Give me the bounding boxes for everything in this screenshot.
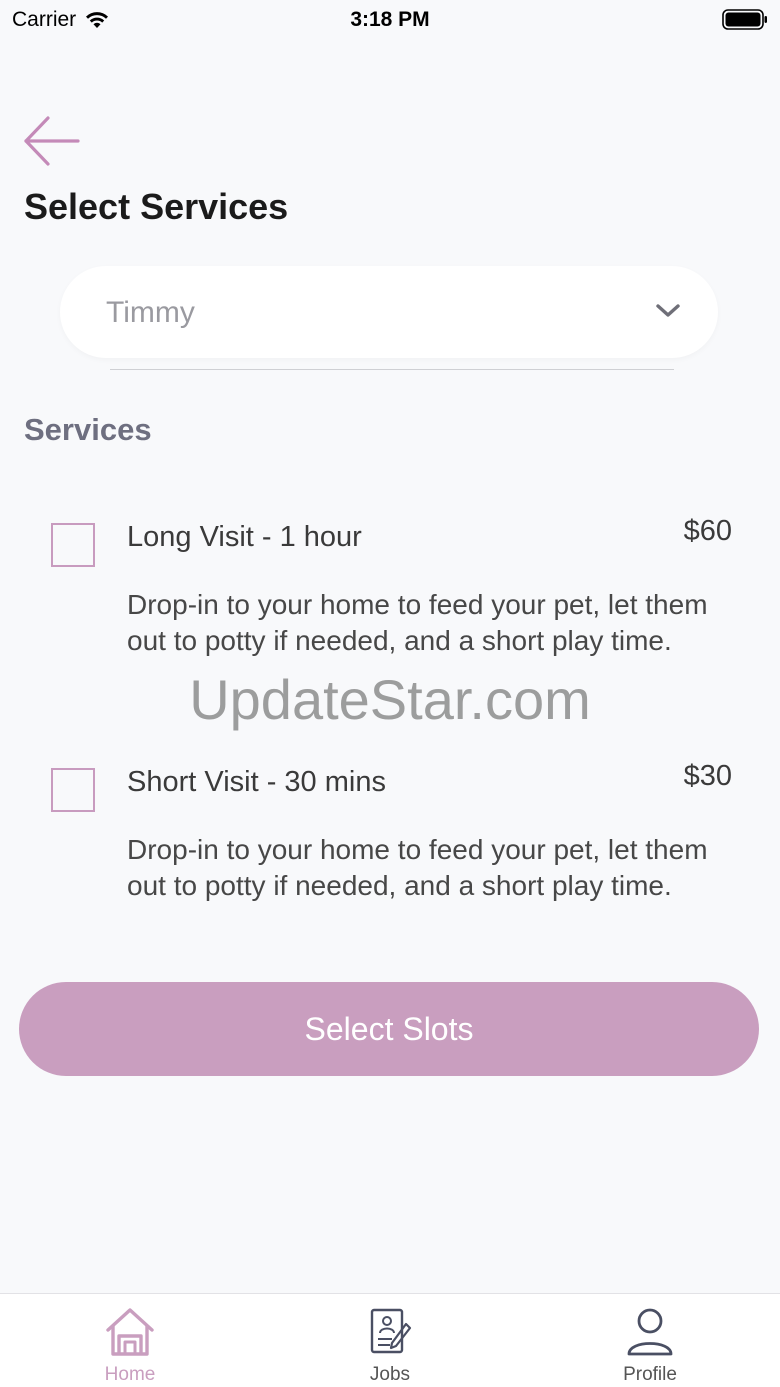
service-price: $60 [683,515,732,547]
divider [110,369,674,370]
select-services-screen: Carrier 3:18 PM Select Services Timmy Se… [0,0,780,1387]
home-icon [106,1308,154,1356]
pet-select-value: Timmy [106,296,195,329]
select-slots-button[interactable]: Select Slots [19,982,759,1076]
tab-profile[interactable]: Profile [520,1294,780,1387]
page-title: Select Services [24,186,289,227]
tab-label: Jobs [369,1364,411,1385]
tab-home[interactable]: Home [0,1294,260,1387]
pet-select-dropdown[interactable]: Timmy [60,266,718,358]
profile-icon [627,1308,673,1356]
battery-icon [722,9,767,30]
tab-label: Home [104,1364,156,1385]
service-description: Drop-in to your home to feed your pet, l… [127,589,708,656]
watermark-text: UpdateStar.com [189,668,591,731]
service-name: Short Visit - 30 mins [127,766,386,798]
service-price: $30 [683,760,732,792]
status-bar: Carrier 3:18 PM [0,0,780,40]
back-arrow-icon[interactable] [22,114,82,168]
services-heading: Services [24,412,152,447]
service-checkbox[interactable] [51,768,95,812]
tab-jobs[interactable]: Jobs [260,1294,520,1387]
tab-label: Profile [623,1364,677,1385]
service-name: Long Visit - 1 hour [127,521,362,553]
bottom-tab-bar: Home Jobs Profile [0,1293,780,1387]
status-time: 3:18 PM [350,8,430,31]
chevron-down-icon [656,304,680,317]
service-description: Drop-in to your home to feed your pet, l… [127,834,708,901]
service-checkbox[interactable] [51,523,95,567]
jobs-document-icon [370,1308,412,1354]
